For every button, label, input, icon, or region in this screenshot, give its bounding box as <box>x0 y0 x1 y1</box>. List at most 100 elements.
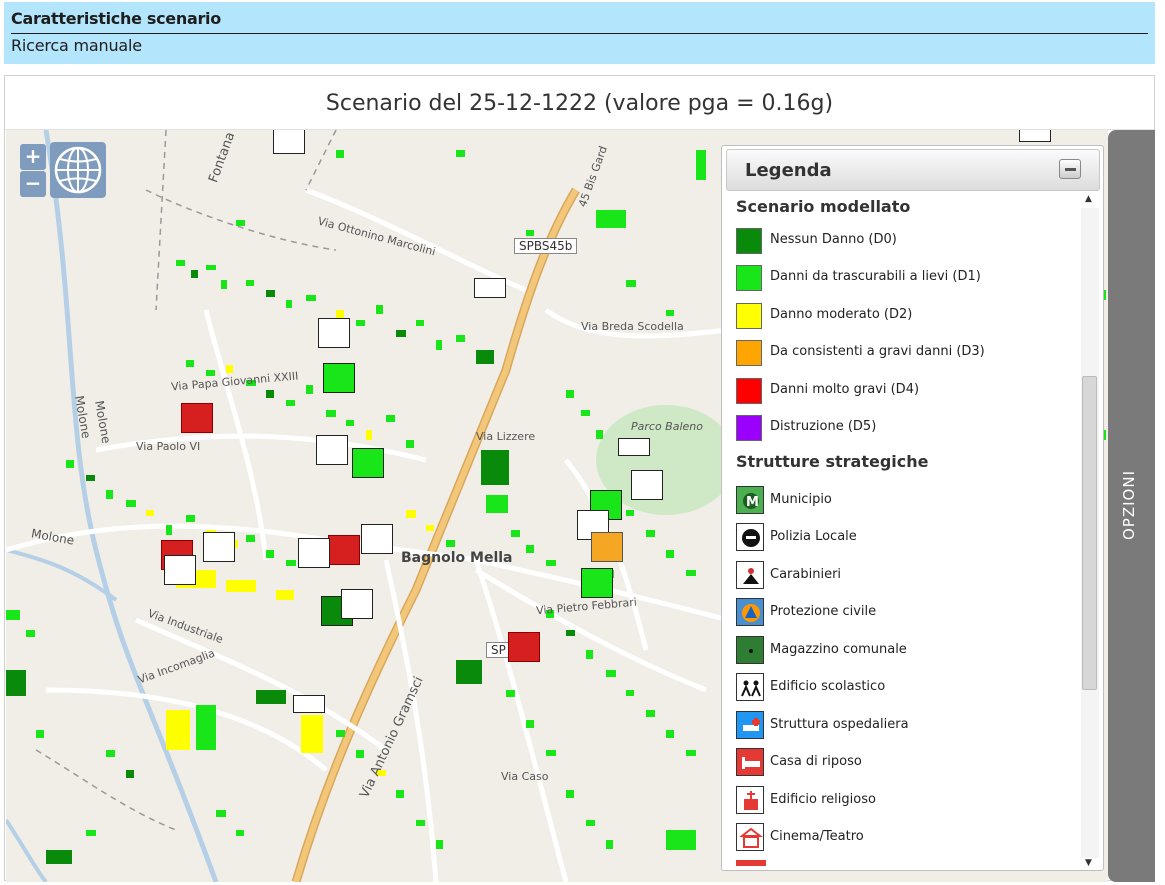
legend-section-scenario: Scenario modellato <box>736 197 911 216</box>
tunnel-marker-icon[interactable] <box>474 278 506 298</box>
swatch-d5 <box>736 415 762 441</box>
helicopter-marker-icon[interactable] <box>341 589 373 619</box>
helicopter-marker-icon[interactable] <box>273 130 305 154</box>
legend-section-strutture: Strutture strategiche <box>736 452 929 471</box>
legend-item-ospedaliera: Struttura ospedaliera <box>736 711 1081 741</box>
legend-item-municipio: M Municipio <box>736 486 1081 516</box>
warehouse-marker-icon[interactable] <box>323 363 355 393</box>
tunnel-marker-icon[interactable] <box>1019 130 1051 142</box>
civil-protection-icon <box>736 598 764 626</box>
police-icon <box>736 523 764 551</box>
legend-item-religioso: Edificio religioso <box>736 786 1081 816</box>
legend-item-polizia: Polizia Locale <box>736 523 1081 553</box>
swatch-d2 <box>736 303 762 329</box>
legend-body: Scenario modellato Nessun Danno (D0) Dan… <box>722 194 1082 870</box>
nursing-home-marker-icon[interactable] <box>328 535 360 565</box>
zoom-out-button[interactable]: − <box>20 171 46 197</box>
swatch-d1 <box>736 265 762 291</box>
options-tab[interactable]: OPZIONI <box>1108 130 1155 882</box>
nursing-home-marker-icon[interactable] <box>181 403 213 433</box>
legend-item-label: Edificio scolastico <box>770 679 886 694</box>
header-title: Caratteristiche scenario <box>11 9 221 28</box>
legend-item-label: Magazzino comunale <box>770 642 907 657</box>
theatre-icon <box>736 823 764 851</box>
warehouse-marker-icon[interactable] <box>581 568 613 598</box>
legend-item-scolastico: Edificio scolastico <box>736 673 1081 703</box>
scenario-header: Caratteristiche scenario Ricerca manuale <box>4 2 1155 64</box>
civil-protection-marker-icon[interactable] <box>591 532 623 562</box>
swatch-d0 <box>736 228 762 254</box>
legend-item-cinema: Cinema/Teatro <box>736 823 1081 853</box>
road-badge-spbs45b: SPBS45b <box>514 238 578 254</box>
carabinieri-icon <box>736 561 764 589</box>
scroll-up-icon[interactable]: ▲ <box>1085 194 1092 204</box>
legend-item-label: Cinema/Teatro <box>770 829 864 844</box>
svg-text:M: M <box>746 495 759 510</box>
legend-item-label: Municipio <box>770 492 832 507</box>
legend-item-label: Struttura ospedaliera <box>770 717 909 732</box>
legend-item-label: Da consistenti a gravi danni (D3) <box>770 344 985 359</box>
scenario-panel: Scenario del 25-12-1222 (valore pga = 0.… <box>4 75 1155 882</box>
warehouse-marker-icon[interactable] <box>352 448 384 478</box>
legend-item-label: Carabinieri <box>770 567 842 582</box>
map-label-via-lizzere: Via Lizzere <box>476 430 536 443</box>
legend-item-protezione: Protezione civile <box>736 598 1081 628</box>
globe-icon[interactable] <box>50 142 106 198</box>
scenario-title: Scenario del 25-12-1222 (valore pga = 0.… <box>5 76 1154 130</box>
legend-item-d1: Danni da trascurabili a lievi (D1) <box>736 263 1081 293</box>
legend-title: Legenda <box>745 160 832 181</box>
legend-item-magazzino: Magazzino comunale <box>736 636 1081 666</box>
church-icon <box>736 786 764 814</box>
helicopter-marker-icon[interactable] <box>318 318 350 348</box>
tunnel-marker-icon[interactable] <box>618 438 650 456</box>
nursing-home-icon <box>736 748 764 776</box>
warehouse-icon <box>736 636 764 664</box>
collapse-icon[interactable] <box>1059 159 1081 179</box>
options-label: OPZIONI <box>1120 469 1138 540</box>
scrollbar-thumb[interactable] <box>1082 376 1097 690</box>
legend-item-d3: Da consistenti a gravi danni (D3) <box>736 338 1081 368</box>
legend-item-label: Protezione civile <box>770 604 877 619</box>
legend-item-partial <box>736 860 766 866</box>
swatch-d4 <box>736 378 762 404</box>
map-label-bagnolo: Bagnolo Mella <box>401 550 513 566</box>
warning-marker-icon[interactable] <box>361 524 393 554</box>
school-icon <box>736 673 764 701</box>
tunnel-marker-icon[interactable] <box>293 695 325 713</box>
header-subtitle: Ricerca manuale <box>11 36 142 55</box>
carabinieri-marker-icon[interactable] <box>316 435 348 465</box>
map-label-via-paolo: Via Paolo VI <box>136 440 201 453</box>
legend-item-label: Danni da trascurabili a lievi (D1) <box>770 269 981 284</box>
legend-item-carabinieri: Carabinieri <box>736 561 1081 591</box>
school-marker-icon[interactable] <box>298 538 330 568</box>
map-label-parco: Parco Baleno <box>631 420 703 433</box>
theatre-marker-icon[interactable] <box>164 555 196 585</box>
legend-scrollbar[interactable]: ▲ ▼ <box>1081 194 1099 870</box>
map-canvas[interactable]: Fontana Molone Molone Molone Via Ottonin… <box>6 130 1108 882</box>
swatch-d3 <box>736 340 762 366</box>
legend-item-label: Casa di riposo <box>770 754 862 769</box>
legend-item-casa-riposo: Casa di riposo <box>736 748 1081 778</box>
scroll-down-icon[interactable]: ▼ <box>1085 858 1092 868</box>
municipio-icon: M <box>736 486 764 514</box>
church-marker-icon[interactable] <box>508 632 540 662</box>
legend-item-label: Danno moderato (D2) <box>770 307 913 322</box>
legend-item-d4: Danni molto gravi (D4) <box>736 376 1081 406</box>
legend-item-label: Distruzione (D5) <box>770 419 877 434</box>
legend-item-label: Edificio religioso <box>770 792 876 807</box>
legend-panel: Legenda Scenario modellato Nessun Danno … <box>721 145 1104 871</box>
zoom-in-button[interactable]: + <box>20 144 46 170</box>
map-label-via-caso: Via Caso <box>501 770 549 783</box>
police-marker-icon[interactable] <box>203 532 235 562</box>
helicopter-marker-icon[interactable] <box>631 470 663 500</box>
map-label-via-breda: Via Breda Scodella <box>581 320 684 333</box>
header-divider <box>11 33 1148 34</box>
legend-item-d5: Distruzione (D5) <box>736 413 1081 443</box>
legend-item-d2: Danno moderato (D2) <box>736 301 1081 331</box>
hospital-icon <box>736 711 764 739</box>
legend-item-label: Polizia Locale <box>770 529 857 544</box>
legend-item-label: Danni molto gravi (D4) <box>770 382 920 397</box>
legend-header: Legenda <box>726 149 1100 191</box>
legend-item-label: Nessun Danno (D0) <box>770 232 897 247</box>
legend-item-d0: Nessun Danno (D0) <box>736 226 1081 256</box>
